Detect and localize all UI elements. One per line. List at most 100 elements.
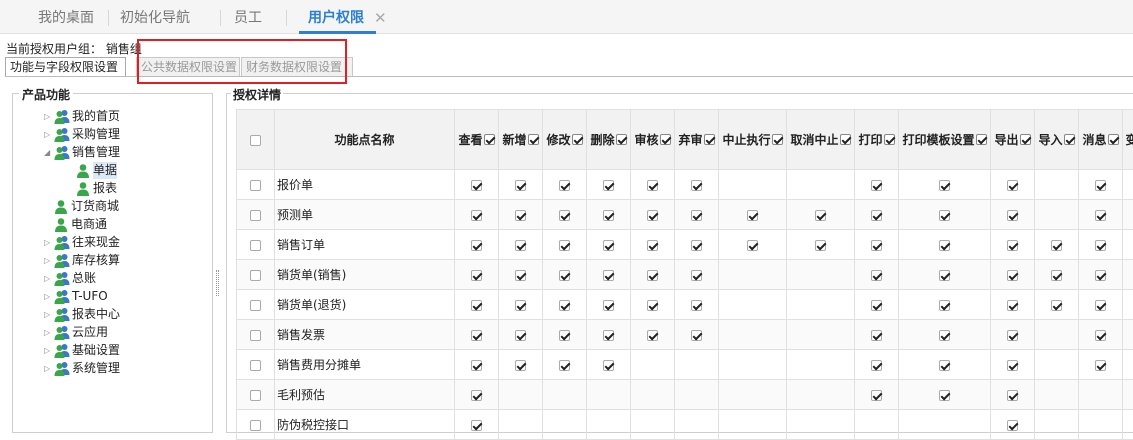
column-select-checkbox[interactable] — [528, 134, 539, 145]
permission-checkbox[interactable] — [559, 360, 570, 371]
permission-checkbox[interactable] — [1051, 270, 1062, 281]
expand-arrow-icon[interactable]: ▷ — [44, 270, 50, 287]
permission-checkbox[interactable] — [871, 300, 882, 311]
permission-checkbox[interactable] — [815, 210, 826, 221]
permission-checkbox[interactable] — [515, 360, 526, 371]
column-select-checkbox[interactable] — [772, 134, 783, 145]
close-tab-icon[interactable]: ✕ — [374, 0, 387, 36]
permission-checkbox[interactable] — [559, 210, 570, 221]
permission-checkbox[interactable] — [647, 270, 658, 281]
permission-checkbox[interactable] — [1007, 180, 1018, 191]
tab-my-desktop[interactable]: 我的桌面 — [38, 0, 94, 33]
permission-checkbox[interactable] — [559, 300, 570, 311]
expand-arrow-icon[interactable]: ▷ — [44, 306, 50, 323]
tab-init-guide[interactable]: 初始化导航 — [120, 0, 190, 33]
permission-checkbox[interactable] — [603, 180, 614, 191]
permission-checkbox[interactable] — [1007, 270, 1018, 281]
column-select-checkbox[interactable] — [616, 134, 627, 145]
panel-splitter-handle[interactable] — [216, 270, 219, 296]
permission-checkbox[interactable] — [691, 240, 702, 251]
permission-checkbox[interactable] — [515, 210, 526, 221]
permission-checkbox[interactable] — [471, 390, 482, 401]
expand-arrow-icon[interactable]: ▷ — [44, 234, 50, 251]
permission-checkbox[interactable] — [691, 210, 702, 221]
select-all-checkbox[interactable] — [250, 135, 261, 146]
expand-arrow-icon[interactable]: ▷ — [44, 288, 50, 305]
row-select-checkbox[interactable] — [250, 330, 261, 341]
permission-checkbox[interactable] — [871, 210, 882, 221]
permission-checkbox[interactable] — [603, 300, 614, 311]
permission-checkbox[interactable] — [939, 240, 950, 251]
column-select-checkbox[interactable] — [660, 134, 671, 145]
permission-checkbox[interactable] — [871, 330, 882, 341]
permission-checkbox[interactable] — [559, 240, 570, 251]
column-select-checkbox[interactable] — [1020, 134, 1031, 145]
permission-checkbox[interactable] — [1095, 210, 1106, 221]
permission-checkbox[interactable] — [1095, 330, 1106, 341]
expand-arrow-icon[interactable]: ▷ — [44, 252, 50, 269]
permission-checkbox[interactable] — [471, 420, 482, 431]
permission-checkbox[interactable] — [747, 210, 758, 221]
permission-checkbox[interactable] — [939, 210, 950, 221]
collapse-arrow-icon[interactable]: ◢ — [44, 144, 50, 161]
tab-employee[interactable]: 员工 — [234, 0, 262, 33]
permission-checkbox[interactable] — [691, 330, 702, 341]
permission-checkbox[interactable] — [691, 180, 702, 191]
permission-checkbox[interactable] — [939, 390, 950, 401]
row-select-checkbox[interactable] — [250, 420, 261, 431]
permission-checkbox[interactable] — [603, 210, 614, 221]
permission-checkbox[interactable] — [471, 360, 482, 371]
permission-checkbox[interactable] — [471, 180, 482, 191]
permission-checkbox[interactable] — [647, 180, 658, 191]
permission-checkbox[interactable] — [471, 330, 482, 341]
permission-checkbox[interactable] — [871, 180, 882, 191]
permission-checkbox[interactable] — [939, 180, 950, 191]
expand-arrow-icon[interactable]: ▷ — [44, 126, 50, 143]
row-select-checkbox[interactable] — [250, 210, 261, 221]
permission-checkbox[interactable] — [1007, 330, 1018, 341]
permission-checkbox[interactable] — [471, 240, 482, 251]
permission-checkbox[interactable] — [1051, 300, 1062, 311]
permission-checkbox[interactable] — [515, 300, 526, 311]
permission-checkbox[interactable] — [647, 240, 658, 251]
permission-checkbox[interactable] — [1095, 300, 1106, 311]
permission-checkbox[interactable] — [603, 270, 614, 281]
permission-checkbox[interactable] — [603, 330, 614, 341]
column-select-checkbox[interactable] — [484, 134, 495, 145]
permission-checkbox[interactable] — [1007, 420, 1018, 431]
permission-checkbox[interactable] — [515, 330, 526, 341]
permission-checkbox[interactable] — [1095, 360, 1106, 371]
permission-checkbox[interactable] — [603, 240, 614, 251]
row-select-checkbox[interactable] — [250, 240, 261, 251]
row-select-checkbox[interactable] — [250, 360, 261, 371]
permission-checkbox[interactable] — [559, 270, 570, 281]
permission-checkbox[interactable] — [559, 180, 570, 191]
permission-checkbox[interactable] — [871, 390, 882, 401]
permission-checkbox[interactable] — [939, 360, 950, 371]
permission-checkbox[interactable] — [939, 330, 950, 341]
expand-arrow-icon[interactable]: ▷ — [44, 108, 50, 125]
permission-checkbox[interactable] — [1007, 300, 1018, 311]
permission-checkbox[interactable] — [1095, 270, 1106, 281]
permission-checkbox[interactable] — [815, 240, 826, 251]
permission-checkbox[interactable] — [1007, 360, 1018, 371]
permission-checkbox[interactable] — [1007, 390, 1018, 401]
column-select-checkbox[interactable] — [884, 134, 895, 145]
permission-checkbox[interactable] — [515, 240, 526, 251]
tab-user-permissions[interactable]: 用户权限 — [308, 0, 364, 33]
expand-arrow-icon[interactable]: ▷ — [44, 324, 50, 341]
permission-checkbox[interactable] — [691, 300, 702, 311]
permission-checkbox[interactable] — [471, 210, 482, 221]
permission-checkbox[interactable] — [603, 360, 614, 371]
row-select-checkbox[interactable] — [250, 270, 261, 281]
permission-checkbox[interactable] — [1095, 180, 1106, 191]
permission-checkbox[interactable] — [647, 210, 658, 221]
column-select-checkbox[interactable] — [572, 134, 583, 145]
permission-checkbox[interactable] — [1051, 240, 1062, 251]
permission-checkbox[interactable] — [559, 330, 570, 341]
row-select-checkbox[interactable] — [250, 390, 261, 401]
permission-checkbox[interactable] — [871, 240, 882, 251]
row-select-checkbox[interactable] — [250, 300, 261, 311]
permission-checkbox[interactable] — [1007, 240, 1018, 251]
expand-arrow-icon[interactable]: ▷ — [44, 342, 50, 359]
